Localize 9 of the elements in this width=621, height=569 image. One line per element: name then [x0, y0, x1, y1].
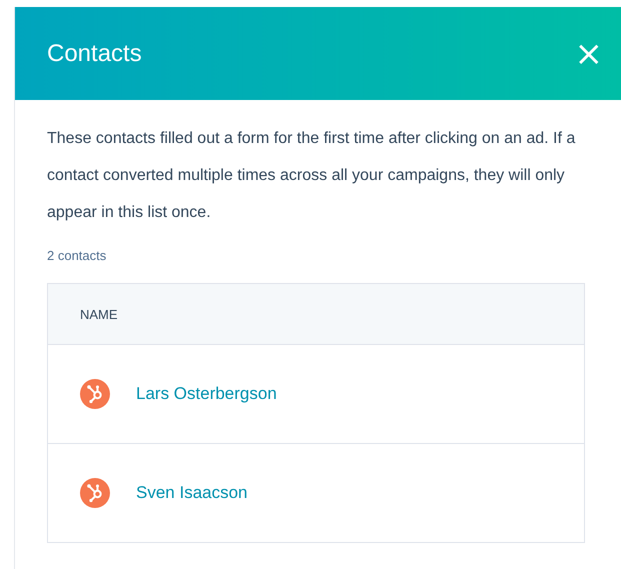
avatar-icon: [80, 478, 110, 508]
column-header: NAME: [80, 306, 118, 322]
description-text: These contacts filled out a form for the first time after clicking on an ad. If a contact converted multiple times across all your campaigns, they will only appear in this list once.: [47, 129, 576, 223]
close-button[interactable]: ×: [570, 36, 607, 70]
panel-title: Contacts: [47, 40, 142, 68]
contact-name-link[interactable]: Lars Osterbergson: [136, 384, 277, 404]
contact-name-link[interactable]: Sven Isaacson: [136, 483, 248, 503]
avatar-icon: [80, 379, 110, 409]
contact-count: 2 contacts: [47, 248, 108, 263]
